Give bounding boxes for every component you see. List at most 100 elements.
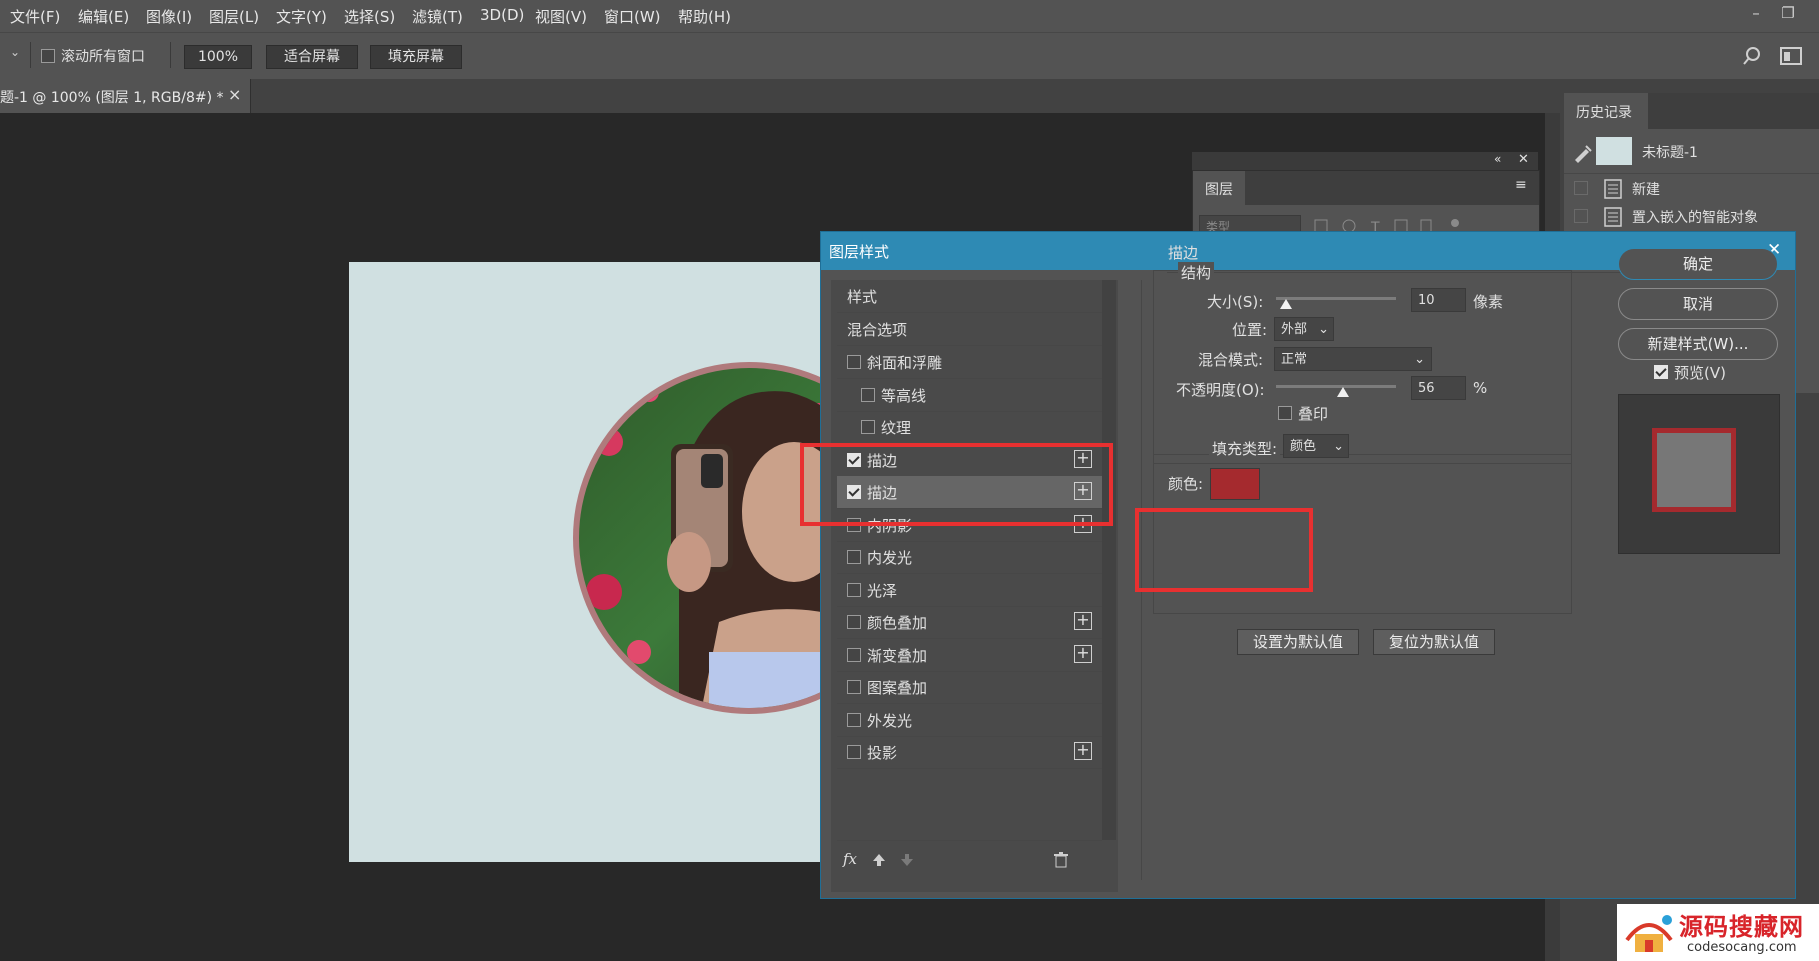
arrow-up-icon[interactable] — [871, 852, 887, 868]
divider — [837, 840, 1102, 841]
size-input[interactable]: 10 — [1411, 288, 1466, 312]
structure-label: 结构 — [1178, 262, 1215, 283]
history-state-checkbox[interactable] — [1574, 181, 1588, 195]
effect-row[interactable]: 内发光 — [837, 541, 1102, 574]
zoom-field[interactable]: 100% — [184, 45, 252, 69]
document-tab-title: 题-1 @ 100% (图层 1, RGB/8#) * — [0, 90, 224, 106]
effect-row[interactable]: 纹理 — [837, 411, 1102, 444]
menu-item[interactable]: 图层(L) — [209, 6, 259, 27]
search-icon[interactable] — [1742, 46, 1762, 66]
size-slider-thumb[interactable] — [1279, 299, 1292, 309]
style-list-scrollbar[interactable] — [1102, 280, 1116, 840]
trash-icon[interactable] — [1053, 852, 1069, 868]
restore-button[interactable]: ❐ — [1776, 4, 1800, 26]
blend-mode-label: 混合模式: — [1198, 351, 1264, 369]
blend-mode-select[interactable]: 正常 ⌄ — [1274, 347, 1432, 371]
collapse-icon[interactable]: « — [1494, 152, 1501, 166]
position-value: 外部 — [1281, 322, 1308, 337]
watermark-text: 源码搜藏网 — [1679, 913, 1804, 941]
effect-checkbox[interactable] — [847, 615, 861, 629]
history-item[interactable]: 新建 — [1632, 179, 1660, 199]
effect-row[interactable]: 外发光 — [837, 704, 1102, 737]
tab-strip — [1245, 171, 1539, 205]
effect-checkbox[interactable] — [847, 647, 861, 662]
arrow-down-icon[interactable] — [899, 852, 915, 868]
size-label: 大小(S): — [1207, 293, 1264, 311]
scroll-all-checkbox[interactable] — [41, 49, 55, 63]
menu-item[interactable]: 编辑(E) — [78, 6, 129, 27]
menu-item[interactable]: 图像(I) — [146, 6, 192, 27]
preview-label: 预览(V) — [1674, 364, 1726, 382]
effect-checkbox[interactable] — [847, 582, 861, 597]
effect-row[interactable]: 颜色叠加 + — [837, 606, 1102, 639]
panel-menu-icon[interactable]: ≡ — [1515, 177, 1527, 193]
blend-options-label: 混合选项 — [847, 321, 908, 339]
options-bar: ⌄ 滚动所有窗口 100% 适合屏幕 填充屏幕 — [0, 32, 1819, 80]
effect-row[interactable]: 投影 + — [837, 736, 1102, 769]
effect-checkbox[interactable] — [847, 745, 861, 759]
position-select[interactable]: 外部 ⌄ — [1274, 317, 1334, 341]
opacity-input[interactable]: 56 — [1411, 376, 1466, 400]
document-tab[interactable]: 题-1 @ 100% (图层 1, RGB/8#) * × — [0, 79, 251, 113]
effect-row[interactable]: 斜面和浮雕 — [837, 346, 1102, 379]
effect-checkbox[interactable] — [861, 387, 875, 402]
menu-item[interactable]: 3D(D) — [480, 6, 524, 24]
divider — [1564, 173, 1819, 174]
menu-item[interactable]: 文件(F) — [10, 6, 60, 27]
size-slider[interactable] — [1276, 297, 1396, 300]
workspace-icon[interactable] — [1780, 47, 1802, 65]
menu-item[interactable]: 文字(Y) — [276, 6, 327, 27]
minimize-button[interactable]: – — [1744, 4, 1768, 26]
watermark: 源码搜藏网 codesocang.com — [1617, 904, 1819, 961]
effect-row[interactable]: 渐变叠加 + — [837, 639, 1102, 672]
add-effect-icon[interactable]: + — [1074, 644, 1092, 663]
effect-checkbox[interactable] — [847, 550, 861, 564]
opacity-slider[interactable] — [1276, 385, 1396, 388]
preview-checkbox[interactable] — [1654, 365, 1668, 379]
history-item[interactable]: 置入嵌入的智能对象 — [1632, 207, 1758, 227]
new-style-button[interactable]: 新建样式(W)... — [1618, 328, 1778, 360]
snapshot-label[interactable]: 未标题-1 — [1642, 142, 1698, 162]
history-brush-icon[interactable] — [1572, 143, 1592, 163]
effect-label: 光泽 — [867, 581, 898, 600]
tab-layers[interactable]: 图层 — [1193, 171, 1246, 205]
effect-checkbox[interactable] — [847, 680, 861, 694]
menu-item[interactable]: 视图(V) — [535, 6, 587, 27]
preview-swatch — [1652, 428, 1736, 512]
effect-label: 纹理 — [881, 419, 912, 437]
add-effect-icon[interactable]: + — [1074, 612, 1092, 630]
stroke-color-swatch[interactable] — [1210, 468, 1260, 500]
menu-item[interactable]: 帮助(H) — [678, 6, 731, 27]
blend-options-row[interactable]: 混合选项 — [837, 313, 1102, 346]
fill-screen-button[interactable]: 填充屏幕 — [370, 45, 462, 69]
menu-item[interactable]: 选择(S) — [344, 6, 395, 27]
opacity-slider-thumb[interactable] — [1337, 387, 1350, 397]
ok-button[interactable]: 确定 — [1618, 248, 1778, 280]
tab-history[interactable]: 历史记录 — [1564, 93, 1649, 129]
overprint-checkbox[interactable] — [1278, 406, 1292, 420]
close-tab-icon[interactable]: × — [228, 85, 241, 104]
effect-checkbox[interactable] — [847, 712, 861, 727]
effect-checkbox[interactable] — [861, 420, 875, 434]
fx-icon[interactable]: fx — [843, 850, 857, 868]
fill-type-select[interactable]: 颜色 ⌄ — [1283, 434, 1349, 458]
close-icon[interactable]: ✕ — [1518, 152, 1529, 167]
effect-row[interactable]: 等高线 — [837, 379, 1102, 412]
layers-panel-header[interactable]: « ✕ — [1192, 152, 1538, 170]
menu-item[interactable]: 滤镜(T) — [412, 6, 463, 27]
effect-checkbox[interactable] — [847, 355, 861, 369]
fit-screen-button[interactable]: 适合屏幕 — [266, 45, 358, 69]
cancel-button[interactable]: 取消 — [1618, 288, 1778, 320]
fill-type-label: 填充类型: — [1209, 438, 1281, 459]
effect-row[interactable]: 图案叠加 — [837, 671, 1102, 704]
reset-default-button[interactable]: 复位为默认值 — [1373, 629, 1495, 655]
document-canvas[interactable] — [349, 262, 847, 862]
set-default-button[interactable]: 设置为默认值 — [1237, 629, 1359, 655]
styles-header[interactable]: 样式 — [837, 280, 1102, 313]
add-effect-icon[interactable]: + — [1074, 742, 1092, 760]
effect-row[interactable]: 光泽 — [837, 574, 1102, 607]
chevron-down-icon[interactable]: ⌄ — [10, 45, 20, 59]
menu-item[interactable]: 窗口(W) — [604, 6, 661, 27]
history-state-checkbox[interactable] — [1574, 209, 1588, 223]
effect-label: 图案叠加 — [867, 679, 928, 697]
